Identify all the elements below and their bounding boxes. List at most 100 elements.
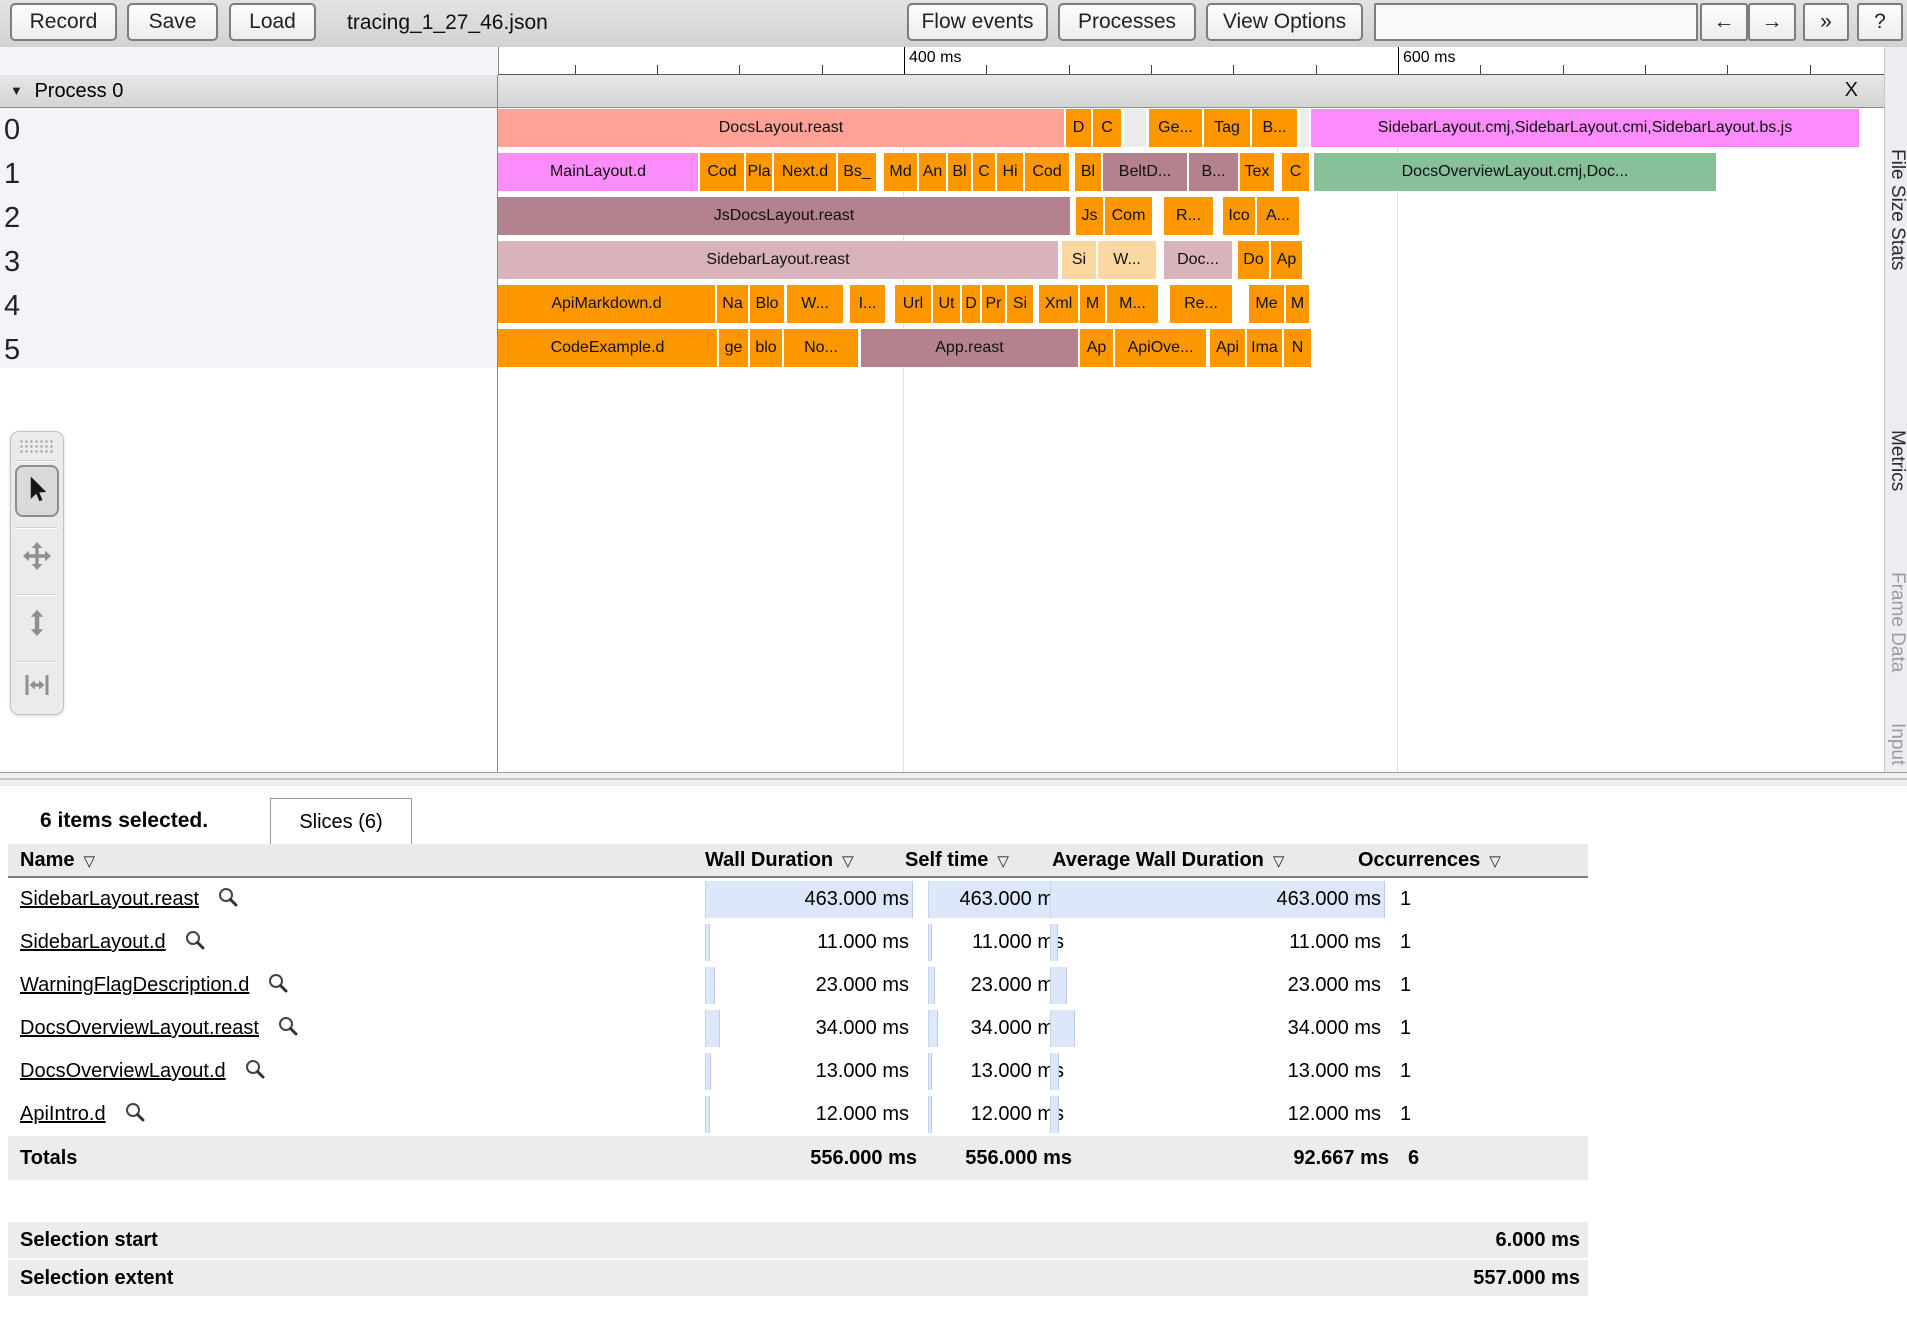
timeline-slice[interactable]: M (1286, 285, 1309, 323)
pan-tool-button[interactable] (15, 532, 59, 584)
timeline-slice[interactable]: SidebarLayout.reast (498, 241, 1058, 279)
forward-button[interactable]: → (1748, 3, 1796, 41)
row-name-link[interactable]: ApiIntro.d (20, 1093, 146, 1136)
magnifier-icon[interactable] (277, 1010, 299, 1032)
timeline-slice[interactable]: Tag (1204, 109, 1250, 147)
timeline-slice[interactable] (1124, 109, 1146, 147)
side-tab-frame-data[interactable]: Frame Data (1886, 572, 1907, 672)
timeline-slice[interactable]: Ap (1271, 241, 1302, 279)
timeline-slice[interactable]: CodeExample.d (498, 329, 717, 367)
timeline-slice[interactable]: JsDocsLayout.reast (498, 197, 1070, 235)
load-button[interactable]: Load (229, 3, 316, 41)
flow-events-button[interactable]: Flow events (907, 3, 1048, 41)
timeline-slice[interactable]: D (1066, 109, 1091, 147)
timeline-slice[interactable]: App.reast (861, 329, 1078, 367)
help-button[interactable]: ? (1857, 3, 1903, 41)
timeline-slice[interactable]: Bl (1075, 153, 1101, 191)
grip-handle[interactable] (19, 439, 55, 455)
process-header[interactable]: ▼ Process 0 X (0, 75, 1884, 108)
timeline-slice[interactable]: N (1284, 329, 1311, 367)
view-options-button[interactable]: View Options (1206, 3, 1363, 41)
row-name-link[interactable]: DocsOverviewLayout.reast (20, 1007, 299, 1050)
side-tab-input-latency[interactable]: Input Latency (1886, 723, 1907, 772)
side-tab-metrics[interactable]: Metrics (1886, 430, 1907, 491)
back-button[interactable]: ← (1700, 3, 1748, 41)
timeline-slice[interactable]: ApiOve... (1115, 329, 1206, 367)
timeline-slice[interactable]: M... (1107, 285, 1158, 323)
sort-icon[interactable]: ▽ (83, 853, 95, 870)
timeline-slice[interactable]: Si (1007, 285, 1033, 323)
timeline-slice[interactable]: C (1282, 153, 1309, 191)
magnifier-icon[interactable] (244, 1053, 266, 1075)
processes-button[interactable]: Processes (1058, 3, 1196, 41)
timeline-slice[interactable]: Ap (1080, 329, 1113, 367)
row-name-link[interactable]: WarningFlagDescription.d (20, 964, 289, 1007)
timeline-slice[interactable]: blo (750, 329, 782, 367)
search-input[interactable] (1374, 3, 1698, 41)
close-process-button[interactable]: X (1845, 79, 1858, 102)
column-header-average-wall-duration[interactable]: Average Wall Duration▽ (1052, 844, 1284, 876)
timeline-slice[interactable]: ApiMarkdown.d (498, 285, 715, 323)
timeline-slice[interactable]: An (919, 153, 946, 191)
timeline-slice[interactable]: DocsLayout.reast (498, 109, 1064, 147)
timeline-slice[interactable]: Md (884, 153, 917, 191)
timeline-slice[interactable]: M (1080, 285, 1105, 323)
timeline-slice[interactable]: ge (719, 329, 748, 367)
timeline-slice[interactable]: Ico (1223, 197, 1255, 235)
timeline-slice[interactable]: Re... (1170, 285, 1232, 323)
timeline-slice[interactable]: Bs_ (838, 153, 876, 191)
timeline-slice[interactable]: C (973, 153, 995, 191)
timeline-slice[interactable]: W... (1098, 241, 1156, 279)
timeline-slice[interactable]: Blo (750, 285, 784, 323)
sort-icon[interactable]: ▽ (1273, 853, 1285, 870)
timeline-slice[interactable]: Bl (948, 153, 971, 191)
row-name-link[interactable]: SidebarLayout.reast (20, 878, 239, 921)
timeline-slice[interactable]: I... (850, 285, 885, 323)
timeline-slice[interactable]: Url (895, 285, 931, 323)
column-header-name[interactable]: Name▽ (20, 844, 95, 876)
row-name-link[interactable]: SidebarLayout.d (20, 921, 206, 964)
timeline-slice[interactable]: Doc... (1164, 241, 1232, 279)
timeline-slice[interactable]: Ut (933, 285, 960, 323)
tab-slices[interactable]: Slices (6) (270, 798, 412, 844)
timeline-slice[interactable]: SidebarLayout.cmj,SidebarLayout.cmi,Side… (1311, 109, 1859, 147)
timeline-slice[interactable]: Si (1062, 241, 1096, 279)
sort-icon[interactable]: ▽ (842, 853, 854, 870)
timeline-slice[interactable]: Com (1105, 197, 1152, 235)
timing-tool-button[interactable] (15, 664, 59, 710)
timeline-slice[interactable]: Pla (746, 153, 772, 191)
timeline-slice[interactable]: C (1093, 109, 1121, 147)
timeline-slice[interactable]: Cod (700, 153, 744, 191)
side-tab-file-size-stats[interactable]: File Size Stats (1886, 149, 1907, 270)
timeline-slice[interactable]: Js (1076, 197, 1103, 235)
timeline-slice[interactable]: Na (717, 285, 748, 323)
magnifier-icon[interactable] (267, 967, 289, 989)
timeline-slice[interactable]: Pr (982, 285, 1005, 323)
timeline-slice[interactable]: Ge... (1149, 109, 1202, 147)
timeline-slice[interactable]: D (962, 285, 980, 323)
column-header-self-time[interactable]: Self time▽ (905, 844, 1009, 876)
overflow-button[interactable]: » (1803, 3, 1849, 41)
timeline-slice[interactable]: Tex (1240, 153, 1274, 191)
timeline-slice[interactable]: Do (1238, 241, 1269, 279)
timeline-slice[interactable]: Hi (997, 153, 1023, 191)
timeline-slice[interactable] (1300, 109, 1309, 147)
collapse-icon[interactable]: ▼ (10, 83, 23, 98)
timeline-slice[interactable]: Me (1249, 285, 1284, 323)
timeline-slice[interactable]: BeltD... (1103, 153, 1187, 191)
timeline-slice[interactable]: W... (787, 285, 843, 323)
timeline-slice[interactable]: B... (1189, 153, 1238, 191)
timeline-slice[interactable]: MainLayout.d (498, 153, 698, 191)
timeline-slice[interactable]: Cod (1025, 153, 1069, 191)
zoom-tool-button[interactable] (15, 599, 59, 651)
ruler[interactable]: 400 ms600 ms (498, 47, 1884, 75)
timeline-slice[interactable]: Next.d (774, 153, 836, 191)
timeline-slice[interactable]: Xml (1039, 285, 1078, 323)
timeline-slice[interactable]: Api (1210, 329, 1245, 367)
timeline-slice[interactable]: A... (1257, 197, 1299, 235)
timeline-slice[interactable]: No... (784, 329, 858, 367)
timeline-slice[interactable]: R... (1164, 197, 1213, 235)
save-button[interactable]: Save (127, 3, 218, 41)
row-name-link[interactable]: DocsOverviewLayout.d (20, 1050, 266, 1093)
select-tool-button[interactable] (15, 465, 59, 517)
